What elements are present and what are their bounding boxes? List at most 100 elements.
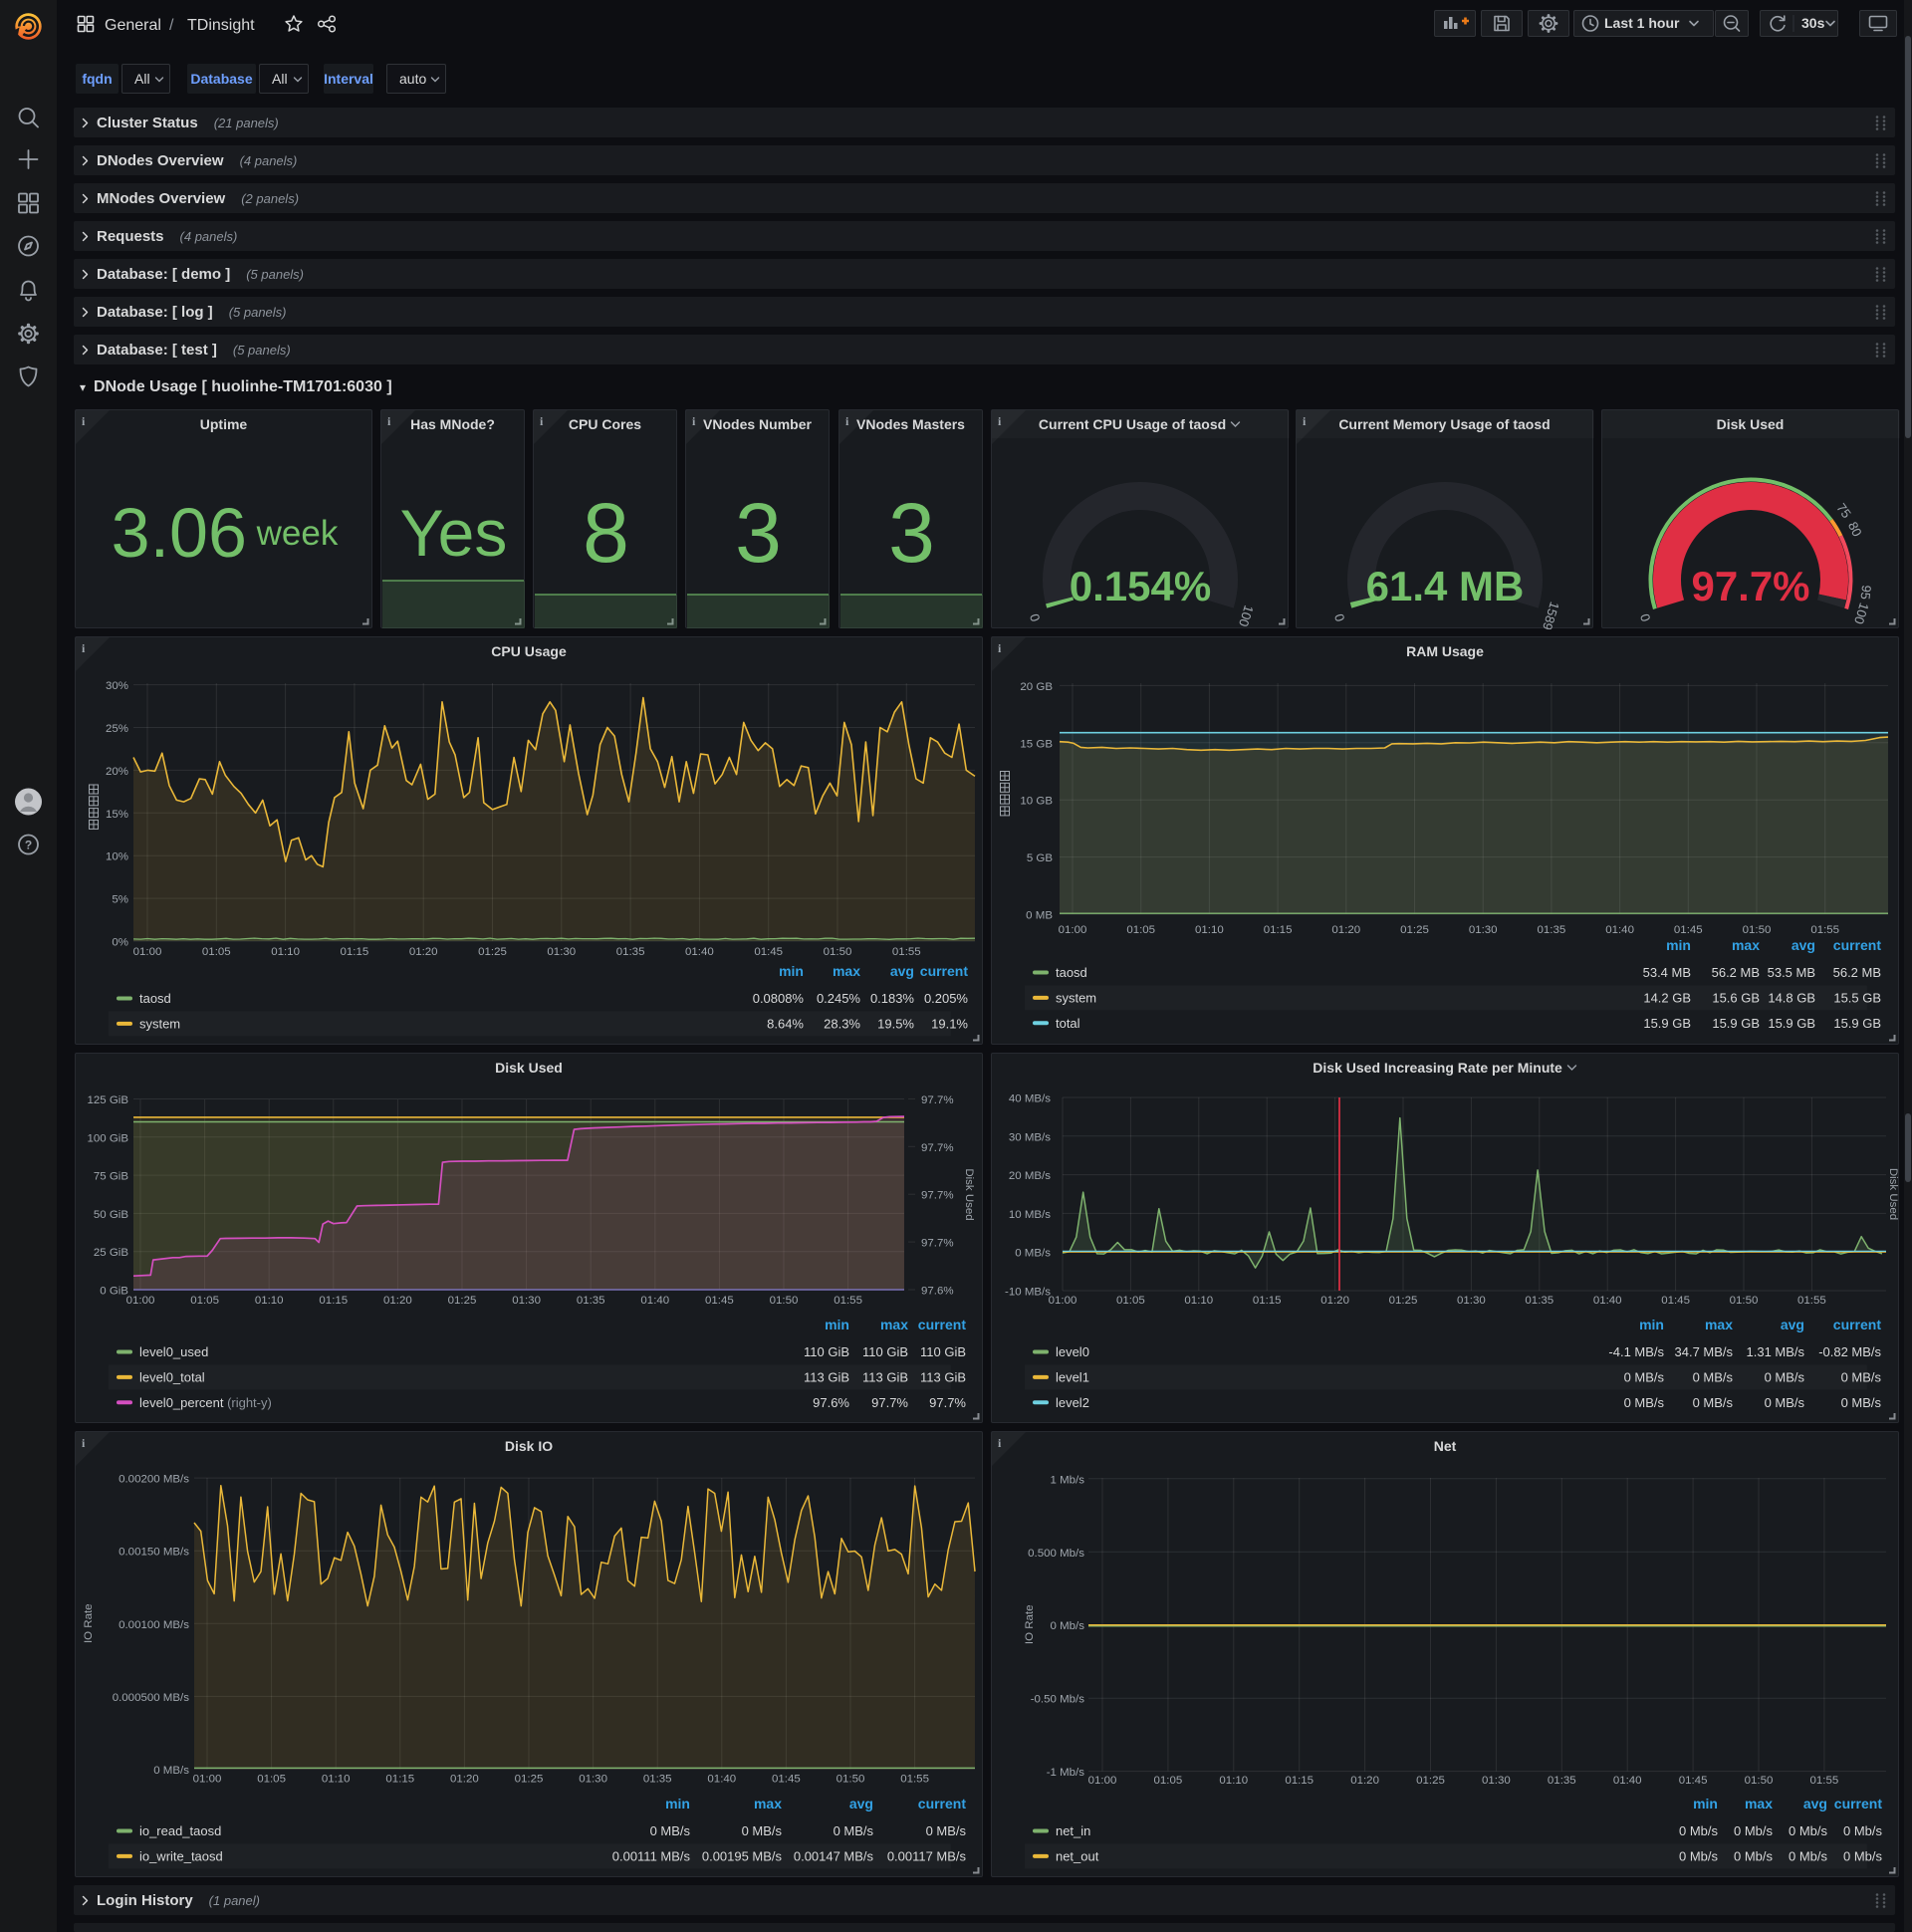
svg-text:01:45: 01:45 bbox=[1674, 924, 1703, 936]
svg-text:01:25: 01:25 bbox=[478, 946, 507, 958]
svg-text:max: max bbox=[1705, 1317, 1733, 1332]
svg-text:15.9 GB: 15.9 GB bbox=[1712, 1016, 1760, 1031]
svg-text:current: current bbox=[918, 1796, 967, 1811]
svg-text:level1: level1 bbox=[1056, 1369, 1089, 1384]
svg-text:01:20: 01:20 bbox=[409, 946, 438, 958]
svg-text:min: min bbox=[1693, 1796, 1718, 1811]
svg-text:IO Rate: IO Rate bbox=[1024, 1605, 1036, 1645]
svg-text:01:15: 01:15 bbox=[341, 946, 369, 958]
svg-text:net_out: net_out bbox=[1056, 1848, 1099, 1863]
svg-text:28.3%: 28.3% bbox=[824, 1016, 860, 1031]
svg-text:25 GiB: 25 GiB bbox=[94, 1247, 128, 1259]
svg-text:avg: avg bbox=[890, 963, 914, 979]
svg-text:0 MB/s: 0 MB/s bbox=[1765, 1395, 1805, 1410]
svg-text:0 MB/s: 0 MB/s bbox=[650, 1823, 691, 1838]
svg-text:01:00: 01:00 bbox=[133, 946, 162, 958]
svg-text:0.00195 MB/s: 0.00195 MB/s bbox=[702, 1848, 783, 1863]
svg-text:1.31 MB/s: 1.31 MB/s bbox=[1747, 1344, 1805, 1359]
svg-text:max: max bbox=[754, 1796, 782, 1811]
svg-text:0.00111 MB/s: 0.00111 MB/s bbox=[612, 1848, 691, 1863]
svg-text:-0.82 MB/s: -0.82 MB/s bbox=[1818, 1344, 1881, 1359]
svg-text:113 GiB: 113 GiB bbox=[804, 1369, 849, 1384]
svg-text:01:20: 01:20 bbox=[1350, 1775, 1379, 1787]
svg-text:97.6%: 97.6% bbox=[921, 1285, 954, 1297]
svg-text:97.7%: 97.7% bbox=[929, 1395, 966, 1410]
svg-text:01:05: 01:05 bbox=[190, 1295, 219, 1307]
svg-text:taosd: taosd bbox=[1056, 965, 1087, 980]
svg-text:20 GB: 20 GB bbox=[1020, 681, 1053, 693]
svg-text:01:40: 01:40 bbox=[1593, 1295, 1622, 1307]
svg-text:01:35: 01:35 bbox=[1538, 924, 1566, 936]
svg-text:01:45: 01:45 bbox=[1661, 1295, 1690, 1307]
svg-text:110 GiB: 110 GiB bbox=[804, 1344, 849, 1359]
svg-text:Disk Used: Disk Used bbox=[963, 1168, 975, 1220]
svg-text:TDinsight: TDinsight bbox=[187, 17, 255, 34]
svg-text:0 Mb/s: 0 Mb/s bbox=[1679, 1848, 1718, 1863]
svg-text:max: max bbox=[1745, 1796, 1773, 1811]
svg-text:01:40: 01:40 bbox=[1605, 924, 1634, 936]
svg-text:01:45: 01:45 bbox=[1679, 1775, 1708, 1787]
svg-text:min: min bbox=[665, 1796, 690, 1811]
svg-text:1589: 1589 bbox=[1540, 601, 1562, 629]
svg-text:-10 MB/s: -10 MB/s bbox=[1005, 1286, 1051, 1298]
svg-text:0: 0 bbox=[1027, 612, 1043, 623]
svg-text:01:55: 01:55 bbox=[1797, 1295, 1826, 1307]
svg-text:01:05: 01:05 bbox=[1154, 1775, 1183, 1787]
svg-text:01:10: 01:10 bbox=[1219, 1775, 1248, 1787]
svg-text:avg: avg bbox=[849, 1796, 873, 1811]
svg-text:40 MB/s: 40 MB/s bbox=[1009, 1093, 1051, 1105]
svg-text:max: max bbox=[880, 1317, 908, 1332]
svg-text:100: 100 bbox=[1236, 604, 1257, 628]
svg-text:0 MB/s: 0 MB/s bbox=[1624, 1395, 1665, 1410]
svg-text:0.00100 MB/s: 0.00100 MB/s bbox=[119, 1619, 189, 1631]
svg-text:0 GiB: 0 GiB bbox=[100, 1285, 128, 1297]
svg-text:0.00117 MB/s: 0.00117 MB/s bbox=[887, 1848, 967, 1863]
svg-text:01:50: 01:50 bbox=[1743, 924, 1772, 936]
svg-text:97.7%: 97.7% bbox=[921, 1142, 954, 1154]
svg-text:0 Mb/s: 0 Mb/s bbox=[1843, 1848, 1882, 1863]
svg-text:53.5 MB: 53.5 MB bbox=[1768, 965, 1815, 980]
svg-text:system: system bbox=[1056, 990, 1096, 1005]
svg-text:01:30: 01:30 bbox=[1482, 1775, 1511, 1787]
svg-text:01:50: 01:50 bbox=[1745, 1775, 1774, 1787]
svg-text:0 Mb/s: 0 Mb/s bbox=[1789, 1823, 1827, 1838]
svg-text:01:00: 01:00 bbox=[126, 1295, 155, 1307]
svg-text:avg: avg bbox=[1781, 1317, 1804, 1332]
svg-text:01:30: 01:30 bbox=[1457, 1295, 1486, 1307]
svg-text:01:05: 01:05 bbox=[202, 946, 231, 958]
svg-text:15.9 GB: 15.9 GB bbox=[1643, 1016, 1691, 1031]
svg-text:01:45: 01:45 bbox=[705, 1295, 734, 1307]
svg-text:113 GiB: 113 GiB bbox=[920, 1369, 966, 1384]
svg-text:0.500 Mb/s: 0.500 Mb/s bbox=[1028, 1548, 1084, 1560]
svg-text:97.6%: 97.6% bbox=[813, 1395, 849, 1410]
svg-text:01:15: 01:15 bbox=[1264, 924, 1293, 936]
svg-text:15.6 GB: 15.6 GB bbox=[1712, 990, 1760, 1005]
svg-text:01:30: 01:30 bbox=[512, 1295, 541, 1307]
svg-text:75 GiB: 75 GiB bbox=[94, 1171, 128, 1183]
svg-text:current: current bbox=[1834, 1796, 1883, 1811]
svg-text:avg: avg bbox=[1803, 1796, 1827, 1811]
svg-text:01:50: 01:50 bbox=[836, 1773, 865, 1785]
svg-text:0 MB/s: 0 MB/s bbox=[1841, 1395, 1882, 1410]
svg-text:0: 0 bbox=[1637, 612, 1653, 623]
svg-text:15.9 GB: 15.9 GB bbox=[1833, 1016, 1881, 1031]
svg-text:50 GiB: 50 GiB bbox=[94, 1209, 128, 1221]
svg-text:01:20: 01:20 bbox=[450, 1773, 479, 1785]
svg-text:110 GiB: 110 GiB bbox=[920, 1344, 966, 1359]
svg-text:0 MB/s: 0 MB/s bbox=[742, 1823, 783, 1838]
svg-text:01:40: 01:40 bbox=[1613, 1775, 1642, 1787]
svg-text:01:25: 01:25 bbox=[1400, 924, 1429, 936]
svg-text:01:50: 01:50 bbox=[824, 946, 852, 958]
svg-text:01:00: 01:00 bbox=[193, 1773, 222, 1785]
svg-text:01:05: 01:05 bbox=[1126, 924, 1155, 936]
svg-text:01:05: 01:05 bbox=[257, 1773, 286, 1785]
svg-text:97.7%: 97.7% bbox=[921, 1238, 954, 1250]
svg-text:level0_used: level0_used bbox=[139, 1344, 208, 1359]
svg-text:5 GB: 5 GB bbox=[1027, 852, 1054, 864]
svg-text:25%: 25% bbox=[106, 723, 128, 735]
svg-text:01:55: 01:55 bbox=[892, 946, 921, 958]
svg-text:01:50: 01:50 bbox=[1730, 1295, 1759, 1307]
svg-text:01:20: 01:20 bbox=[1331, 924, 1360, 936]
svg-text:General: General bbox=[105, 17, 161, 34]
svg-text:max: max bbox=[833, 963, 860, 979]
